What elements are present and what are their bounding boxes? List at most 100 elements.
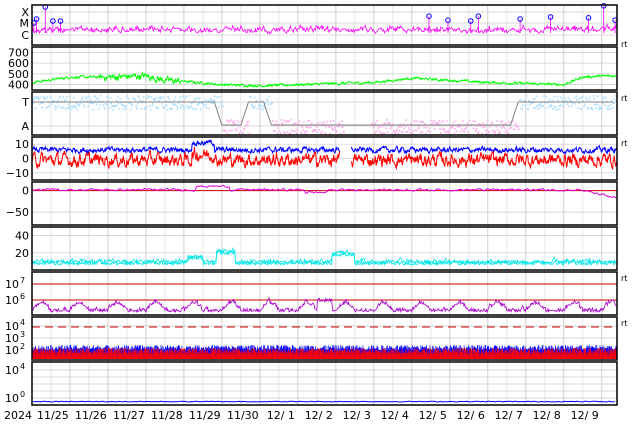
ytick-electron-1e6: 10 [5, 294, 19, 307]
sector-point [425, 126, 428, 129]
sector-point [184, 97, 187, 99]
sector-point [440, 121, 443, 124]
sector-point [251, 105, 254, 107]
sector-point [115, 99, 118, 102]
sector-point [614, 95, 617, 97]
sector-point [230, 119, 232, 121]
sector-point [472, 127, 475, 130]
sector-point [274, 130, 276, 132]
sector-point [609, 108, 612, 110]
sector-point [301, 126, 304, 128]
sector-point [341, 120, 343, 123]
sector-point [211, 98, 213, 101]
sector-point [76, 108, 79, 111]
sector-point [191, 107, 194, 110]
sector-point [386, 119, 388, 121]
sector-point [509, 127, 511, 130]
sector-point [196, 96, 198, 99]
sector-point [197, 98, 200, 100]
sector-point [193, 99, 196, 102]
sector-point [459, 130, 462, 133]
sector-point [422, 121, 425, 124]
sector-point [233, 120, 235, 122]
sector-point [465, 127, 467, 130]
sector-point [489, 125, 491, 128]
sector-point [82, 96, 84, 99]
sector-point [409, 132, 412, 134]
sector-point [310, 122, 313, 125]
sector-point [380, 132, 383, 135]
sector-point [136, 107, 138, 110]
sector-point [522, 104, 524, 106]
sector-point [300, 132, 303, 134]
sector-point [272, 120, 274, 122]
sector-point [557, 108, 560, 110]
sector-point [176, 108, 178, 110]
sector-point [465, 126, 468, 128]
sector-point [111, 108, 114, 111]
sector-point [389, 122, 391, 124]
sector-point [383, 132, 386, 134]
sector-point [89, 98, 92, 101]
sector-point [579, 97, 581, 100]
sector-point [577, 107, 580, 109]
sector-point [326, 120, 329, 123]
sector-point [482, 122, 485, 125]
sector-point [319, 132, 322, 135]
sector-point [505, 122, 507, 125]
sector-point [92, 102, 95, 105]
sector-point [302, 129, 305, 131]
sector-point [37, 96, 39, 99]
sector-point [515, 122, 517, 125]
sector-point [484, 129, 487, 132]
sector-point [226, 132, 229, 135]
sector-point [178, 99, 181, 102]
sector-point [150, 96, 153, 98]
sector-point [330, 126, 333, 128]
sector-point [379, 125, 381, 128]
sector-point [142, 95, 145, 98]
sector-point [154, 98, 156, 100]
sector-point [250, 103, 253, 106]
sector-point [607, 105, 610, 108]
sector-point [78, 104, 80, 107]
sector-point [374, 122, 377, 125]
sector-point [433, 120, 435, 122]
sector-point [254, 96, 257, 99]
sector-point [582, 99, 584, 102]
imf-bt-line [351, 144, 618, 155]
sector-point [61, 106, 64, 109]
sector-point [286, 131, 289, 134]
sector-point [65, 108, 68, 111]
x-tick-label: 12/ 8 [533, 409, 561, 422]
sector-point [278, 129, 281, 132]
panel-frame [31, 361, 618, 406]
sector-point [587, 106, 589, 109]
sector-point [272, 130, 275, 132]
sector-point [179, 96, 181, 98]
sector-point [162, 96, 165, 99]
sector-point [144, 107, 147, 109]
ytick-away: A [21, 120, 29, 133]
sector-point [437, 122, 440, 125]
sector-point [601, 95, 603, 98]
sector-point [225, 119, 228, 122]
sector-point [554, 106, 557, 108]
sector-point [140, 108, 143, 110]
x-tick-label: 12/ 4 [381, 409, 409, 422]
sector-point [396, 128, 399, 131]
sector-point [420, 121, 423, 123]
sector-point [205, 107, 208, 109]
sector-point [265, 101, 267, 104]
sector-point [57, 105, 60, 107]
sector-point [122, 108, 125, 110]
ytick-c-class: C [21, 29, 29, 42]
sector-point [604, 96, 607, 99]
sector-point [528, 100, 530, 102]
x-tick-label: 12/ 6 [457, 409, 485, 422]
sector-point [317, 122, 320, 124]
sector-point [97, 98, 99, 101]
sector-point [202, 104, 205, 106]
sector-point [543, 95, 545, 97]
sector-point [456, 125, 459, 128]
